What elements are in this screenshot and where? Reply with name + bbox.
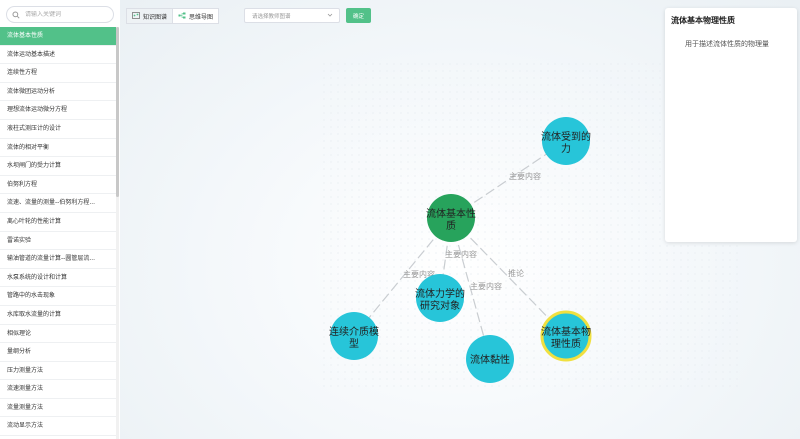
- sidebar-scrollbar[interactable]: [116, 27, 119, 439]
- knowledge-graph-icon: [132, 11, 140, 21]
- graph-node-label: 力: [561, 142, 571, 155]
- sidebar-item[interactable]: 水坝闸门的受力计算: [0, 157, 116, 176]
- teacher-graph-select-placeholder: 请选择教师图谱: [252, 13, 291, 20]
- panel-title: 流体基本物理性质: [671, 16, 735, 25]
- sidebar-item[interactable]: 流速、流量的测量--伯努利方程...: [0, 194, 116, 213]
- sidebar-item[interactable]: 输油管道的流量计算--圆管层流...: [0, 250, 116, 269]
- tab-mind-map[interactable]: 思维导图: [173, 8, 220, 24]
- sidebar-item[interactable]: 雷诺实验: [0, 232, 116, 251]
- search-input[interactable]: [25, 11, 105, 18]
- mind-map-icon: [178, 12, 186, 21]
- graph-node-label: 流体基本性: [426, 207, 476, 220]
- tab-knowledge-graph[interactable]: 知识图谱: [126, 8, 174, 24]
- sidebar-item[interactable]: 流体微团运动分析: [0, 83, 116, 102]
- graph-node-label: 流体受到的: [541, 130, 591, 143]
- tab-knowledge-graph-label: 知识图谱: [143, 13, 168, 21]
- sidebar-item[interactable]: 量纲分析: [0, 343, 116, 362]
- sidebar-item[interactable]: 水库取水流量的计算: [0, 306, 116, 325]
- graph-node-label: 连续介质模: [329, 325, 379, 338]
- sidebar-item[interactable]: 连续性方程: [0, 64, 116, 83]
- sidebar-item[interactable]: 流量测量方法: [0, 399, 116, 418]
- tab-mind-map-label: 思维导图: [189, 13, 214, 21]
- search-icon: [12, 10, 22, 20]
- confirm-button[interactable]: 确定: [346, 8, 371, 23]
- node-detail-panel: 流体基本物理性质 用于描述流体性质的物理量: [665, 8, 797, 242]
- sidebar-item[interactable]: 离心叶轮的性能计算: [0, 213, 116, 232]
- sidebar-item[interactable]: 流速测量方法: [0, 380, 116, 399]
- graph-node-viscosity[interactable]: 流体黏性: [466, 335, 514, 383]
- sidebar: 流体基本性质流体运动基本描述连续性方程流体微团运动分析理想流体运动微分方程液柱式…: [0, 0, 121, 439]
- graph-node-label: 流体基本物: [541, 325, 591, 338]
- sidebar-item[interactable]: 液柱式测压计的设计: [0, 120, 116, 139]
- sidebar-item[interactable]: 管路中的水击现象: [0, 287, 116, 306]
- graph-edge-label: 主要内容: [470, 281, 502, 291]
- sidebar-item[interactable]: 压力测量方法: [0, 362, 116, 381]
- sidebar-item[interactable]: 水泵系统的设计和计算: [0, 269, 116, 288]
- sidebar-item[interactable]: 流体基本性质: [0, 27, 116, 46]
- graph-node-label: 研究对象: [420, 299, 460, 312]
- panel-description: 用于描述流体性质的物理量: [685, 40, 769, 48]
- scrollbar-thumb[interactable]: [116, 27, 119, 197]
- sidebar-item[interactable]: 流动显示方法: [0, 417, 116, 437]
- graph-node-label: 型: [349, 337, 359, 350]
- graph-node-label: 流体力学的: [415, 287, 465, 300]
- view-tabs: 知识图谱 思维导图: [126, 8, 220, 24]
- topic-list: 流体基本性质 流体运动基本描述 连续性方程 流体微团运动分析 理想流体运动微分方程 液柱式…: [0, 27, 116, 437]
- sidebar-item[interactable]: 相似理论: [0, 325, 116, 344]
- sidebar-item[interactable]: 理想流体运动微分方程: [0, 101, 116, 120]
- chevron-down-icon: [327, 12, 333, 20]
- search-box[interactable]: [6, 6, 114, 23]
- graph-node-label: 流体黏性: [470, 353, 510, 366]
- graph-edge-label: 主要内容: [509, 171, 541, 181]
- sidebar-item[interactable]: 流体的相对平衡: [0, 139, 116, 158]
- sidebar-item[interactable]: 伯努利方程: [0, 176, 116, 195]
- graph-node-label: 质: [446, 220, 456, 232]
- graph-edge-label: 推论: [508, 268, 524, 278]
- graph-node-physprop[interactable]: 流体基本物理性质: [540, 310, 592, 362]
- sidebar-item[interactable]: 流体运动基本描述: [0, 46, 116, 65]
- graph-node-label: 理性质: [551, 337, 581, 350]
- teacher-graph-select[interactable]: 请选择教师图谱: [244, 8, 340, 23]
